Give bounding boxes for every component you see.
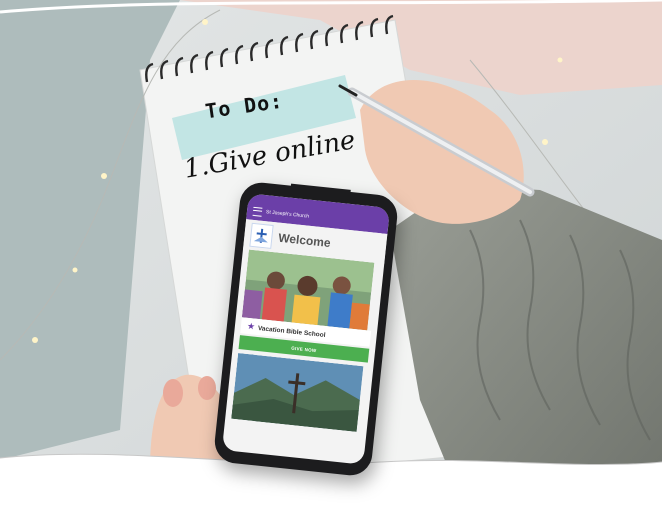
star-icon: ★ (246, 321, 256, 333)
smartphone: St Joseph's Church Welcome ★ Vacation Bi… (212, 180, 400, 478)
cross-photo (231, 353, 367, 432)
welcome-title: Welcome (277, 230, 332, 251)
event-title: Vacation Bible School (257, 324, 326, 339)
menu-icon[interactable] (252, 206, 263, 217)
church-name: St Joseph's Church (265, 209, 310, 220)
phone-container: St Joseph's Church Welcome ★ Vacation Bi… (0, 0, 662, 521)
phone-screen: St Joseph's Church Welcome ★ Vacation Bi… (221, 193, 391, 465)
church-logo-icon (249, 222, 274, 249)
hero-photo (241, 249, 378, 331)
photo-scene: To Do: 1.Give online St Joseph's Church (0, 0, 662, 521)
